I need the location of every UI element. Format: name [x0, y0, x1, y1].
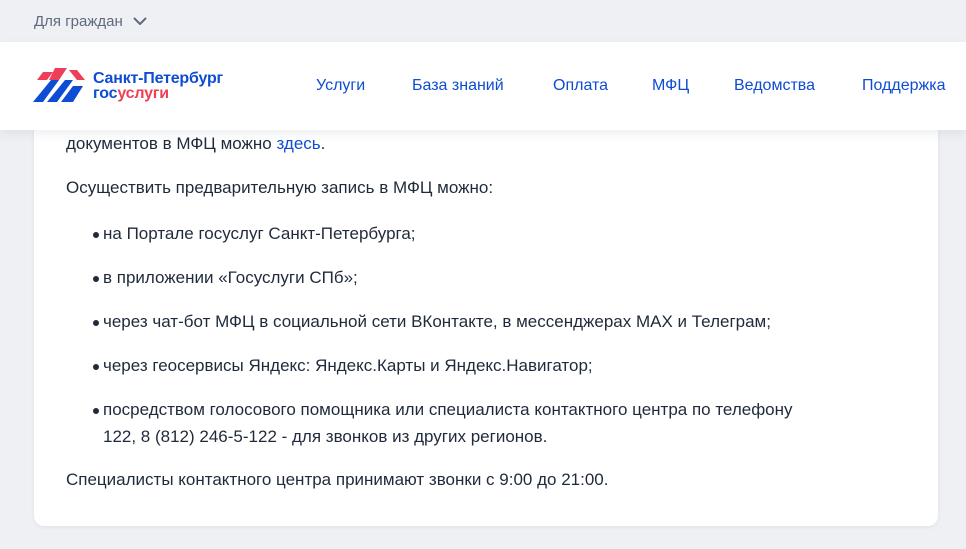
- list-item: через чат-бот МФЦ в социальной сети ВКон…: [93, 308, 771, 336]
- here-link[interactable]: здесь: [276, 134, 320, 153]
- list-item-continuation: 122, 8 (812) 246-5-122 - для звонков из …: [103, 427, 548, 446]
- nav-item-departments[interactable]: Ведомства: [734, 77, 815, 95]
- list-item: на Портале госуслуг Санкт-Петербурга;: [93, 220, 416, 248]
- nav-item-payment[interactable]: Оплата: [553, 77, 608, 95]
- audience-label: Для граждан: [34, 12, 123, 30]
- intro-text: документов в МФЦ можно: [66, 134, 277, 153]
- list-item: через геосервисы Яндекс: Яндекс.Карты и …: [93, 352, 593, 380]
- nav-item-services[interactable]: Услуги: [316, 77, 365, 95]
- list-item: в приложении «Госуслуги СПб»;: [93, 264, 358, 292]
- site-header: Санкт-Петербург госуслуги Услуги База зн…: [0, 42, 966, 130]
- contact-hours-text: Специалисты контактного центра принимают…: [66, 470, 609, 489]
- nav-item-mfc[interactable]: МФЦ: [652, 77, 689, 95]
- nav-item-knowledge-base[interactable]: База знаний: [412, 77, 504, 95]
- list-item: посредством голосового помощника или спе…: [93, 396, 793, 424]
- audience-bar: Для граждан: [0, 0, 966, 42]
- audience-switcher[interactable]: Для граждан: [34, 13, 147, 30]
- nav-item-support[interactable]: Поддержка: [862, 77, 945, 95]
- intro-paragraph: документов в МФЦ можно здесь.: [66, 134, 325, 154]
- chevron-down-icon: [133, 17, 147, 25]
- main-nav: Услуги База знаний Оплата МФЦ Ведомства …: [0, 42, 966, 130]
- intro-end: .: [320, 134, 326, 153]
- appointment-heading: Осуществить предварительную запись в МФЦ…: [66, 178, 494, 197]
